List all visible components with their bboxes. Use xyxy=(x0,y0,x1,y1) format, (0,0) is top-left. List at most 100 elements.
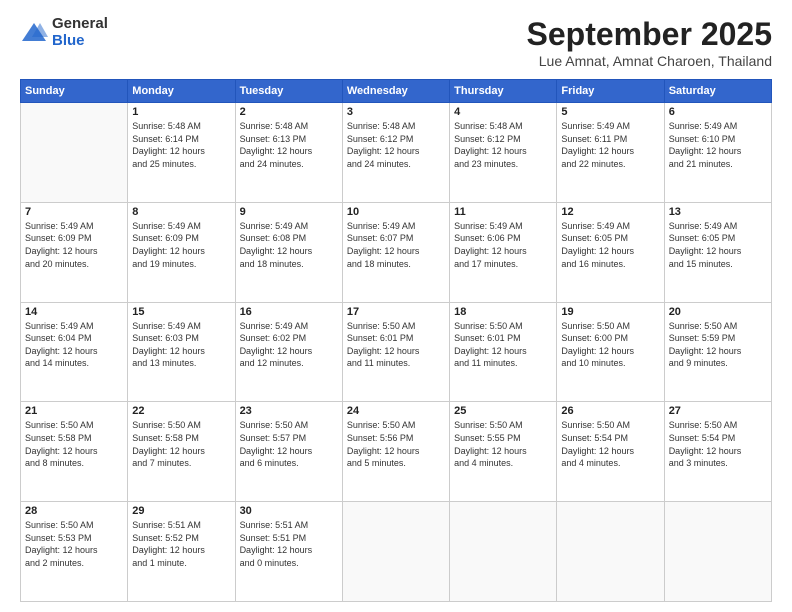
calendar-cell: 13 Sunrise: 5:49 AM Sunset: 6:05 PM Dayli… xyxy=(664,202,771,302)
cell-info: Sunrise: 5:49 AM Sunset: 6:07 PM Dayligh… xyxy=(347,220,445,270)
cell-info: Sunrise: 5:49 AM Sunset: 6:09 PM Dayligh… xyxy=(132,220,230,270)
calendar-cell: 30 Sunrise: 5:51 AM Sunset: 5:51 PM Dayli… xyxy=(235,502,342,602)
cell-info: Sunrise: 5:51 AM Sunset: 5:51 PM Dayligh… xyxy=(240,519,338,569)
cell-info: Sunrise: 5:51 AM Sunset: 5:52 PM Dayligh… xyxy=(132,519,230,569)
calendar-cell: 12 Sunrise: 5:49 AM Sunset: 6:05 PM Dayli… xyxy=(557,202,664,302)
cell-date: 16 xyxy=(240,306,338,318)
cell-date: 3 xyxy=(347,106,445,118)
calendar-cell: 9 Sunrise: 5:49 AM Sunset: 6:08 PM Daylig… xyxy=(235,202,342,302)
calendar-cell: 16 Sunrise: 5:49 AM Sunset: 6:02 PM Dayli… xyxy=(235,302,342,402)
calendar-cell: 1 Sunrise: 5:48 AM Sunset: 6:14 PM Daylig… xyxy=(128,103,235,203)
logo-text: General Blue xyxy=(52,16,108,49)
cell-info: Sunrise: 5:50 AM Sunset: 5:58 PM Dayligh… xyxy=(132,419,230,469)
cell-info: Sunrise: 5:50 AM Sunset: 5:59 PM Dayligh… xyxy=(669,320,767,370)
title-block: September 2025 Lue Amnat, Amnat Charoen,… xyxy=(527,16,772,69)
cell-date: 10 xyxy=(347,206,445,218)
logo-icon xyxy=(20,19,48,47)
cell-date: 5 xyxy=(561,106,659,118)
calendar-cell: 3 Sunrise: 5:48 AM Sunset: 6:12 PM Daylig… xyxy=(342,103,449,203)
logo: General Blue xyxy=(20,16,108,49)
cell-info: Sunrise: 5:50 AM Sunset: 6:01 PM Dayligh… xyxy=(454,320,552,370)
cell-info: Sunrise: 5:49 AM Sunset: 6:08 PM Dayligh… xyxy=(240,220,338,270)
header-day-monday: Monday xyxy=(128,80,235,103)
cell-date: 1 xyxy=(132,106,230,118)
cell-info: Sunrise: 5:50 AM Sunset: 6:00 PM Dayligh… xyxy=(561,320,659,370)
cell-date: 15 xyxy=(132,306,230,318)
cell-date: 13 xyxy=(669,206,767,218)
calendar-cell: 26Sunrise: 5:50 AM Sunset: 5:54 PM Dayli… xyxy=(557,402,664,502)
cell-date: 27 xyxy=(669,405,767,417)
calendar-cell: 15 Sunrise: 5:49 AM Sunset: 6:03 PM Dayli… xyxy=(128,302,235,402)
header-day-wednesday: Wednesday xyxy=(342,80,449,103)
cell-info: Sunrise: 5:49 AM Sunset: 6:03 PM Dayligh… xyxy=(132,320,230,370)
cell-info: Sunrise: 5:49 AM Sunset: 6:06 PM Dayligh… xyxy=(454,220,552,270)
cell-info: Sunrise: 5:48 AM Sunset: 6:12 PM Dayligh… xyxy=(454,120,552,170)
cell-date: 2 xyxy=(240,106,338,118)
calendar-cell: 20 Sunrise: 5:50 AM Sunset: 5:59 PM Dayli… xyxy=(664,302,771,402)
cell-date: 20 xyxy=(669,306,767,318)
cell-info: Sunrise: 5:48 AM Sunset: 6:14 PM Dayligh… xyxy=(132,120,230,170)
calendar-cell xyxy=(557,502,664,602)
calendar-week-4: 21Sunrise: 5:50 AM Sunset: 5:58 PM Dayli… xyxy=(21,402,772,502)
cell-info: Sunrise: 5:48 AM Sunset: 6:12 PM Dayligh… xyxy=(347,120,445,170)
calendar-cell: 8Sunrise: 5:49 AM Sunset: 6:09 PM Daylig… xyxy=(128,202,235,302)
calendar-body: 1 Sunrise: 5:48 AM Sunset: 6:14 PM Daylig… xyxy=(21,103,772,602)
cell-date: 6 xyxy=(669,106,767,118)
cell-info: Sunrise: 5:50 AM Sunset: 5:53 PM Dayligh… xyxy=(25,519,123,569)
logo-general: General xyxy=(52,16,108,33)
cell-date: 18 xyxy=(454,306,552,318)
cell-date: 9 xyxy=(240,206,338,218)
header-row: SundayMondayTuesdayWednesdayThursdayFrid… xyxy=(21,80,772,103)
cell-date: 19 xyxy=(561,306,659,318)
cell-info: Sunrise: 5:50 AM Sunset: 5:57 PM Dayligh… xyxy=(240,419,338,469)
calendar-week-5: 28Sunrise: 5:50 AM Sunset: 5:53 PM Dayli… xyxy=(21,502,772,602)
cell-info: Sunrise: 5:49 AM Sunset: 6:11 PM Dayligh… xyxy=(561,120,659,170)
calendar-week-3: 14Sunrise: 5:49 AM Sunset: 6:04 PM Dayli… xyxy=(21,302,772,402)
calendar-cell: 6 Sunrise: 5:49 AM Sunset: 6:10 PM Daylig… xyxy=(664,103,771,203)
cell-info: Sunrise: 5:50 AM Sunset: 5:58 PM Dayligh… xyxy=(25,419,123,469)
page: General Blue September 2025 Lue Amnat, A… xyxy=(0,0,792,612)
cell-date: 14 xyxy=(25,306,123,318)
calendar-cell: 7 Sunrise: 5:49 AM Sunset: 6:09 PM Daylig… xyxy=(21,202,128,302)
cell-date: 25 xyxy=(454,405,552,417)
cell-date: 7 xyxy=(25,206,123,218)
cell-date: 12 xyxy=(561,206,659,218)
cell-info: Sunrise: 5:49 AM Sunset: 6:05 PM Dayligh… xyxy=(669,220,767,270)
cell-date: 4 xyxy=(454,106,552,118)
header-day-tuesday: Tuesday xyxy=(235,80,342,103)
header-day-sunday: Sunday xyxy=(21,80,128,103)
logo-blue: Blue xyxy=(52,33,108,50)
calendar-cell: 10 Sunrise: 5:49 AM Sunset: 6:07 PM Dayli… xyxy=(342,202,449,302)
cell-info: Sunrise: 5:49 AM Sunset: 6:02 PM Dayligh… xyxy=(240,320,338,370)
calendar-table: SundayMondayTuesdayWednesdayThursdayFrid… xyxy=(20,79,772,602)
calendar-cell: 17Sunrise: 5:50 AM Sunset: 6:01 PM Dayli… xyxy=(342,302,449,402)
calendar-cell: 21Sunrise: 5:50 AM Sunset: 5:58 PM Dayli… xyxy=(21,402,128,502)
calendar-cell: 23Sunrise: 5:50 AM Sunset: 5:57 PM Dayli… xyxy=(235,402,342,502)
header-day-friday: Friday xyxy=(557,80,664,103)
header-day-saturday: Saturday xyxy=(664,80,771,103)
cell-info: Sunrise: 5:50 AM Sunset: 5:55 PM Dayligh… xyxy=(454,419,552,469)
calendar-week-1: 1 Sunrise: 5:48 AM Sunset: 6:14 PM Daylig… xyxy=(21,103,772,203)
cell-info: Sunrise: 5:49 AM Sunset: 6:09 PM Dayligh… xyxy=(25,220,123,270)
cell-info: Sunrise: 5:48 AM Sunset: 6:13 PM Dayligh… xyxy=(240,120,338,170)
calendar-cell xyxy=(450,502,557,602)
calendar-cell xyxy=(342,502,449,602)
page-subtitle: Lue Amnat, Amnat Charoen, Thailand xyxy=(527,53,772,69)
cell-date: 22 xyxy=(132,405,230,417)
cell-date: 29 xyxy=(132,505,230,517)
cell-info: Sunrise: 5:50 AM Sunset: 5:54 PM Dayligh… xyxy=(669,419,767,469)
cell-date: 17 xyxy=(347,306,445,318)
calendar-cell: 19 Sunrise: 5:50 AM Sunset: 6:00 PM Dayli… xyxy=(557,302,664,402)
calendar-cell: 24Sunrise: 5:50 AM Sunset: 5:56 PM Dayli… xyxy=(342,402,449,502)
cell-date: 11 xyxy=(454,206,552,218)
calendar-cell xyxy=(21,103,128,203)
calendar-cell xyxy=(664,502,771,602)
header-day-thursday: Thursday xyxy=(450,80,557,103)
calendar-cell: 27 Sunrise: 5:50 AM Sunset: 5:54 PM Dayli… xyxy=(664,402,771,502)
header: General Blue September 2025 Lue Amnat, A… xyxy=(20,16,772,69)
cell-info: Sunrise: 5:49 AM Sunset: 6:05 PM Dayligh… xyxy=(561,220,659,270)
calendar-header: SundayMondayTuesdayWednesdayThursdayFrid… xyxy=(21,80,772,103)
cell-info: Sunrise: 5:49 AM Sunset: 6:10 PM Dayligh… xyxy=(669,120,767,170)
cell-info: Sunrise: 5:50 AM Sunset: 5:54 PM Dayligh… xyxy=(561,419,659,469)
cell-date: 30 xyxy=(240,505,338,517)
